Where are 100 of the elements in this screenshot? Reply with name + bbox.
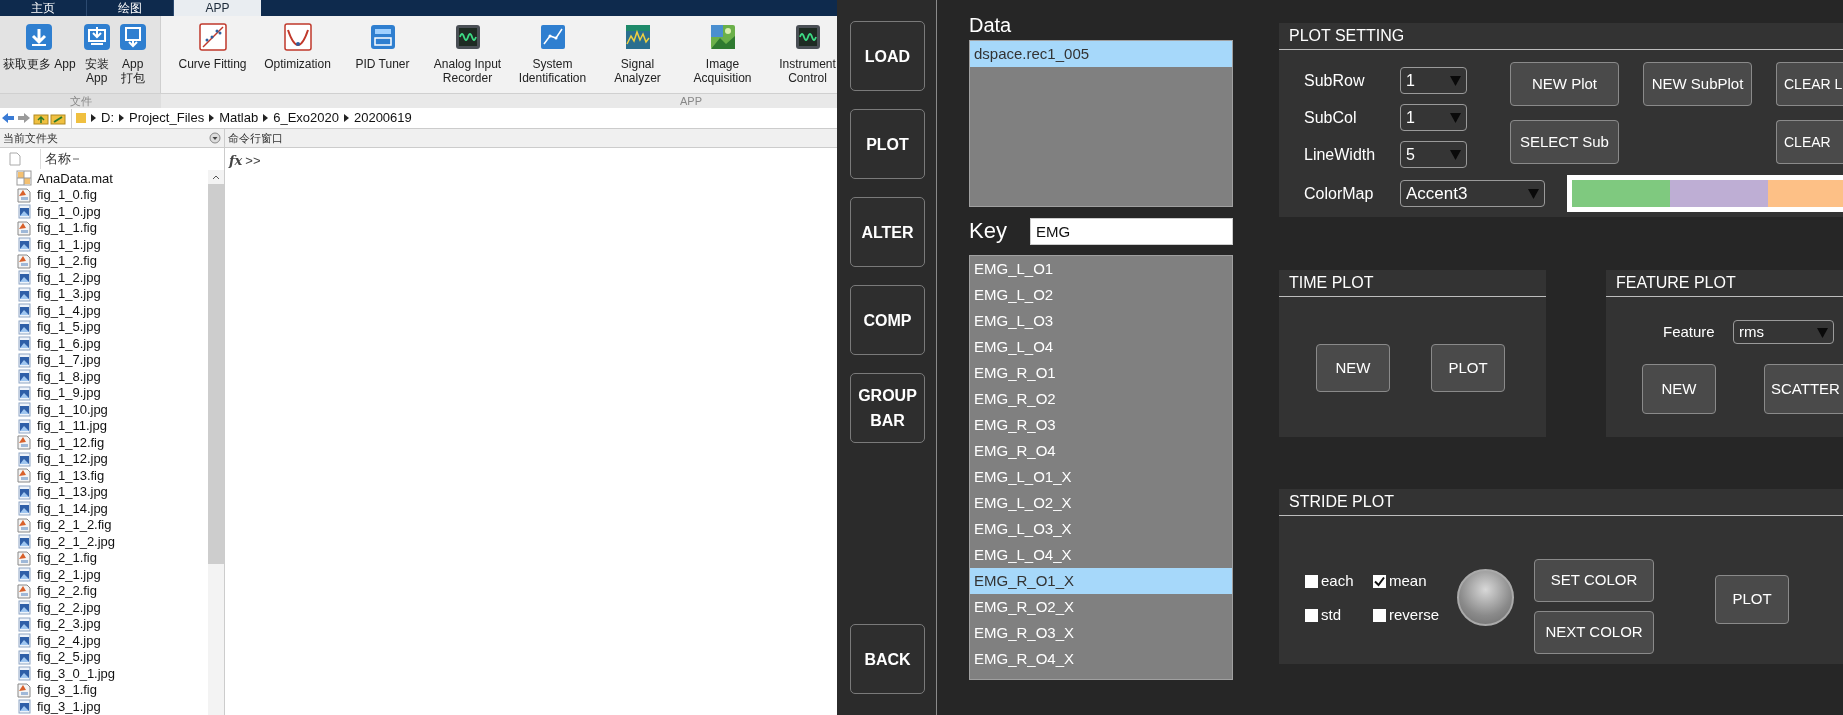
data-list[interactable]: dspace.rec1_005 xyxy=(969,40,1233,207)
list-item[interactable]: EMG_L_O3_X xyxy=(970,516,1232,542)
file-name[interactable]: fig_1_5.jpg xyxy=(37,319,101,335)
scrollbar-thumb[interactable] xyxy=(208,184,224,564)
file-name[interactable]: fig_1_7.jpg xyxy=(37,352,101,368)
app-button[interactable]: Analog Input Recorder xyxy=(425,22,510,93)
button[interactable]: CLEAR xyxy=(1776,120,1843,164)
file-name[interactable]: fig_1_13.fig xyxy=(37,467,105,483)
file-name[interactable]: fig_2_3.jpg xyxy=(37,616,101,632)
button[interactable]: NEXT COLOR xyxy=(1534,611,1655,654)
app-button[interactable]: PID Tuner xyxy=(340,22,425,93)
dropdown[interactable]: 1 xyxy=(1400,104,1467,131)
checkbox[interactable] xyxy=(1373,608,1386,622)
nav-button[interactable]: COMP xyxy=(850,285,925,355)
checkbox[interactable] xyxy=(1373,574,1386,588)
file-name[interactable]: fig_1_12.jpg xyxy=(37,451,108,467)
file-name[interactable]: fig_1_1.fig xyxy=(37,220,97,236)
app-button[interactable]: 获取更多 App xyxy=(0,22,79,93)
file-name[interactable]: fig_2_1.jpg xyxy=(37,566,101,582)
button[interactable]: NEW xyxy=(1316,344,1390,392)
button[interactable]: SET COLOR xyxy=(1534,559,1655,602)
file-name[interactable]: fig_1_13.jpg xyxy=(37,484,108,500)
file-name[interactable]: fig_3_0_1.jpg xyxy=(37,665,116,681)
button[interactable]: PLOT xyxy=(1715,575,1790,624)
app-button[interactable]: Curve Fitting xyxy=(170,22,255,93)
nav-button[interactable]: GROUP BAR xyxy=(850,373,925,443)
app-button[interactable]: App 打包 xyxy=(114,22,151,93)
column-header[interactable]: 名称 xyxy=(40,149,71,169)
file-name[interactable]: fig_1_1.jpg xyxy=(37,236,101,252)
file-name[interactable]: fig_1_10.jpg xyxy=(37,401,108,417)
file-name[interactable]: fig_1_2.jpg xyxy=(37,269,101,285)
button[interactable]: SELECT Sub xyxy=(1510,120,1619,164)
checkbox[interactable] xyxy=(1305,608,1318,622)
app-button[interactable]: Image Acquisition xyxy=(680,22,765,93)
list-item[interactable]: EMG_R_O2 xyxy=(970,386,1232,412)
button[interactable]: NEW SubPlot xyxy=(1643,62,1752,106)
file-name[interactable]: fig_2_2.jpg xyxy=(37,599,101,615)
list-item[interactable]: dspace.rec1_005 xyxy=(970,41,1232,67)
path-segment[interactable]: D: xyxy=(101,108,114,128)
dropdown[interactable]: 1 xyxy=(1400,67,1467,94)
path-segment[interactable]: 6_Exo2020 xyxy=(273,108,339,128)
dropdown[interactable]: Accent3 xyxy=(1400,180,1545,207)
list-item[interactable]: EMG_L_O1 xyxy=(970,256,1232,282)
dropdown[interactable]: 5 xyxy=(1400,141,1467,168)
list-item[interactable]: EMG_L_O1_X xyxy=(970,464,1232,490)
file-name[interactable]: fig_2_2.fig xyxy=(37,583,97,599)
file-name[interactable]: fig_1_6.jpg xyxy=(37,335,101,351)
file-name[interactable]: fig_3_1.fig xyxy=(37,682,97,698)
app-button[interactable]: Optimization xyxy=(255,22,340,93)
file-name[interactable]: fig_2_1_2.jpg xyxy=(37,533,116,549)
path-segment[interactable]: Matlab xyxy=(219,108,259,128)
file-name[interactable]: fig_1_0.fig xyxy=(37,187,97,203)
file-name[interactable]: fig_1_14.jpg xyxy=(37,500,108,516)
file-name[interactable]: AnaData.mat xyxy=(37,170,113,186)
button[interactable]: SCATTER xyxy=(1764,364,1843,414)
nav-button[interactable]: ALTER xyxy=(850,197,925,267)
path-segment[interactable]: Project_Files xyxy=(129,108,205,128)
nav-button[interactable]: LOAD xyxy=(850,21,925,91)
address-bar[interactable]: D: Project_Files Matlab 6_Exo2020 20200619 xyxy=(71,108,837,128)
file-name[interactable]: fig_1_11.jpg xyxy=(37,418,107,434)
file-name[interactable]: fig_1_4.jpg xyxy=(37,302,101,318)
app-button[interactable]: Signal Analyzer xyxy=(595,22,680,93)
list-item[interactable]: EMG_L_O4_X xyxy=(970,542,1232,568)
file-name[interactable]: fig_2_4.jpg xyxy=(37,632,101,648)
key-field[interactable]: EMG xyxy=(1030,217,1233,245)
file-name[interactable]: fig_2_1.fig xyxy=(37,550,97,566)
scrollbar[interactable] xyxy=(208,170,224,715)
file-name[interactable]: fig_1_0.jpg xyxy=(37,203,101,219)
file-name[interactable]: fig_1_9.jpg xyxy=(37,385,101,401)
path-segment[interactable]: 20200619 xyxy=(353,108,412,128)
list-item[interactable]: EMG_L_O3 xyxy=(970,308,1232,334)
list-item[interactable]: EMG_L_O2_X xyxy=(970,490,1232,516)
button[interactable]: NEW xyxy=(1642,364,1716,414)
button[interactable]: NEW Plot xyxy=(1510,62,1619,106)
list-item[interactable]: EMG_L_O2 xyxy=(970,282,1232,308)
checkbox[interactable] xyxy=(1305,574,1318,588)
list-item[interactable]: EMG_R_O2_X xyxy=(970,594,1232,620)
list-item[interactable]: EMG_R_O3_X xyxy=(970,620,1232,646)
file-name[interactable]: fig_1_2.fig xyxy=(37,253,97,269)
file-name[interactable]: fig_3_1.jpg xyxy=(37,698,101,714)
button[interactable]: CLEAR L xyxy=(1776,62,1843,106)
app-button[interactable]: 安装 App xyxy=(78,22,115,93)
file-name[interactable]: fig_1_8.jpg xyxy=(37,368,101,384)
nav-button[interactable]: BACK xyxy=(850,624,925,694)
nav-button[interactable]: PLOT xyxy=(850,109,925,179)
list-item[interactable]: EMG_R_O3 xyxy=(970,412,1232,438)
list-item[interactable]: EMG_R_O4 xyxy=(970,438,1232,464)
file-name[interactable]: fig_2_5.jpg xyxy=(37,649,101,665)
list-item[interactable]: EMG_L_O4 xyxy=(970,334,1232,360)
ribbon-tab[interactable]: APP xyxy=(174,0,261,16)
file-name[interactable]: fig_1_12.fig xyxy=(37,434,105,450)
file-name[interactable]: fig_1_3.jpg xyxy=(37,286,101,302)
list-item[interactable]: EMG_R_O4_X xyxy=(970,646,1232,672)
app-button[interactable]: System Identification xyxy=(510,22,595,93)
app-button[interactable]: Instrument Control xyxy=(765,22,837,93)
dropdown[interactable]: rms xyxy=(1733,320,1834,344)
key-list[interactable]: EMG_L_O1 EMG_L_O2 EMG_L_O3 EMG_L_O4 EMG_R_O1 EMG_R_O2 EMG_R_O3 EMG_R_O4 EMG_L_O1_X EMG_L_O2_X EMG_L_O3_X EMG_L_O4_X EMG_R_O1_X EMG_R_O2_X EMG_R_O3_X EMG_R_O4_X xyxy=(969,255,1233,680)
button[interactable]: PLOT xyxy=(1431,344,1505,392)
list-item[interactable]: EMG_R_O1 xyxy=(970,360,1232,386)
list-item[interactable]: EMG_R_O1_X xyxy=(970,568,1232,594)
